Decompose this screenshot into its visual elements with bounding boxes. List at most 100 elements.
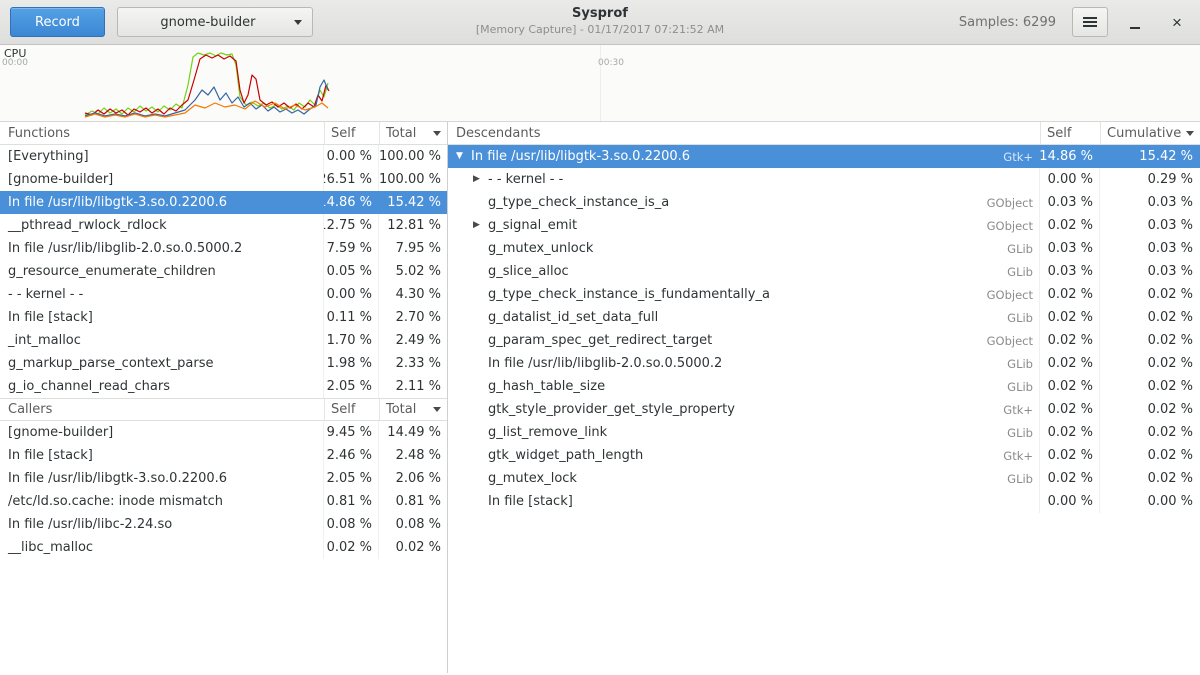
self-percent: 0.00 %: [324, 145, 379, 168]
function-name-label: g_datalist_id_set_data_full: [488, 310, 658, 325]
descendant-row[interactable]: g_datalist_id_set_data_full GLib 0.02 % …: [448, 306, 1200, 329]
function-row[interactable]: g_io_channel_read_chars 2.05 % 2.11 %: [0, 375, 447, 398]
function-name: __libc_malloc: [0, 536, 324, 559]
self-percent: 26.51 %: [324, 168, 379, 191]
descendant-row[interactable]: gtk_widget_path_length Gtk+ 0.02 % 0.02 …: [448, 444, 1200, 467]
descendant-row[interactable]: g_type_check_instance_is_fundamentally_a…: [448, 283, 1200, 306]
descendants-column-header[interactable]: Descendants: [448, 122, 1040, 144]
callers-self-column-header[interactable]: Self: [324, 399, 379, 420]
expander-icon[interactable]: ▼: [456, 152, 471, 161]
descendant-row[interactable]: g_mutex_lock GLib 0.02 % 0.02 %: [448, 467, 1200, 490]
expander-icon[interactable]: ▶: [473, 175, 488, 184]
self-percent: 0.02 %: [1040, 375, 1100, 398]
self-percent: 0.00 %: [324, 283, 379, 306]
close-button[interactable]: ×: [1162, 7, 1192, 37]
caller-row[interactable]: __libc_malloc 0.02 % 0.02 %: [0, 536, 447, 559]
descendant-row[interactable]: ▶ - - kernel - - 0.00 % 0.29 %: [448, 168, 1200, 191]
function-name: g_datalist_id_set_data_full GLib: [448, 306, 1040, 329]
descendant-row[interactable]: gtk_style_provider_get_style_property Gt…: [448, 398, 1200, 421]
functions-column-header[interactable]: Functions: [0, 122, 324, 144]
library-badge: GLib: [995, 265, 1033, 279]
total-percent: 4.30 %: [379, 283, 447, 306]
function-name: ▼ In file /usr/lib/libgtk-3.so.0.2200.6 …: [448, 145, 1040, 168]
caller-row[interactable]: In file [stack] 2.46 % 2.48 %: [0, 444, 447, 467]
function-row[interactable]: _int_malloc 1.70 % 2.49 %: [0, 329, 447, 352]
library-badge: Gtk+: [991, 150, 1033, 164]
functions-total-column-header[interactable]: Total: [379, 122, 447, 144]
descendant-row[interactable]: g_param_spec_get_redirect_target GObject…: [448, 329, 1200, 352]
callers-table-header: Callers Self Total: [0, 398, 447, 421]
function-row[interactable]: [gnome-builder] 26.51 % 100.00 %: [0, 168, 447, 191]
expander-icon[interactable]: ▶: [473, 221, 488, 230]
function-row[interactable]: [Everything] 0.00 % 100.00 %: [0, 145, 447, 168]
descendant-row[interactable]: g_mutex_unlock GLib 0.03 % 0.03 %: [448, 237, 1200, 260]
total-percent: 14.49 %: [379, 421, 447, 444]
descendant-row[interactable]: ▶ g_signal_emit GObject 0.02 % 0.03 %: [448, 214, 1200, 237]
caller-row[interactable]: /etc/ld.so.cache: inode mismatch 0.81 % …: [0, 490, 447, 513]
function-row[interactable]: - - kernel - - 0.00 % 4.30 %: [0, 283, 447, 306]
record-button[interactable]: Record: [10, 7, 105, 37]
descendant-row[interactable]: g_hash_table_size GLib 0.02 % 0.02 %: [448, 375, 1200, 398]
function-row[interactable]: In file /usr/lib/libgtk-3.so.0.2200.6 14…: [0, 191, 447, 214]
time-label-start: 00:00: [2, 58, 28, 68]
functions-table-header: Functions Self Total: [0, 122, 447, 145]
descendant-row[interactable]: g_list_remove_link GLib 0.02 % 0.02 %: [448, 421, 1200, 444]
process-selector-label: gnome-builder: [128, 15, 288, 30]
close-icon: ×: [1172, 14, 1182, 31]
process-selector-dropdown[interactable]: gnome-builder: [117, 7, 313, 37]
cpu-graph[interactable]: CPU 00:00 00:30: [0, 45, 1200, 122]
samples-count: Samples: 6299: [959, 15, 1056, 30]
self-percent: 0.02 %: [1040, 352, 1100, 375]
function-name-label: In file /usr/lib/libgtk-3.so.0.2200.6: [471, 149, 690, 164]
function-name: [gnome-builder]: [0, 168, 324, 191]
self-percent: 0.08 %: [324, 513, 379, 536]
descendant-row[interactable]: In file /usr/lib/libglib-2.0.so.0.5000.2…: [448, 352, 1200, 375]
cumulative-percent: 0.03 %: [1100, 191, 1200, 214]
library-badge: Gtk+: [991, 403, 1033, 417]
function-row[interactable]: g_markup_parse_context_parse 1.98 % 2.33…: [0, 352, 447, 375]
time-label-mid: 00:30: [598, 58, 624, 68]
self-percent: 0.03 %: [1040, 191, 1100, 214]
library-badge: GLib: [995, 242, 1033, 256]
total-percent: 5.02 %: [379, 260, 447, 283]
function-name-label: g_type_check_instance_is_fundamentally_a: [488, 287, 770, 302]
function-row[interactable]: In file /usr/lib/libglib-2.0.so.0.5000.2…: [0, 237, 447, 260]
caller-row[interactable]: In file /usr/lib/libc-2.24.so 0.08 % 0.0…: [0, 513, 447, 536]
function-name: g_type_check_instance_is_a GObject: [448, 191, 1040, 214]
caller-row[interactable]: In file /usr/lib/libgtk-3.so.0.2200.6 2.…: [0, 467, 447, 490]
descendant-row[interactable]: In file [stack] 0.00 % 0.00 %: [448, 490, 1200, 513]
library-badge: GLib: [995, 311, 1033, 325]
cumulative-percent: 0.02 %: [1100, 467, 1200, 490]
minimize-button[interactable]: [1120, 7, 1150, 37]
descendant-row[interactable]: ▼ In file /usr/lib/libgtk-3.so.0.2200.6 …: [448, 145, 1200, 168]
function-name: In file /usr/lib/libgtk-3.so.0.2200.6: [0, 191, 324, 214]
function-name: g_mutex_lock GLib: [448, 467, 1040, 490]
library-badge: GObject: [975, 288, 1033, 302]
menu-button[interactable]: [1072, 7, 1108, 37]
cumulative-percent: 0.02 %: [1100, 398, 1200, 421]
cumulative-percent: 0.02 %: [1100, 421, 1200, 444]
descendant-row[interactable]: g_type_check_instance_is_a GObject 0.03 …: [448, 191, 1200, 214]
descendants-self-column-header[interactable]: Self: [1040, 122, 1100, 144]
functions-self-column-header[interactable]: Self: [324, 122, 379, 144]
descendants-cumulative-label: Cumulative: [1107, 126, 1181, 141]
total-percent: 2.06 %: [379, 467, 447, 490]
library-badge: GObject: [975, 196, 1033, 210]
total-percent: 0.08 %: [379, 513, 447, 536]
callers-total-column-header[interactable]: Total: [379, 399, 447, 420]
self-percent: 0.02 %: [324, 536, 379, 559]
descendant-row[interactable]: g_slice_alloc GLib 0.03 % 0.03 %: [448, 260, 1200, 283]
function-row[interactable]: In file [stack] 0.11 % 2.70 %: [0, 306, 447, 329]
function-name: _int_malloc: [0, 329, 324, 352]
function-row[interactable]: g_resource_enumerate_children 0.05 % 5.0…: [0, 260, 447, 283]
function-row[interactable]: __pthread_rwlock_rdlock 12.75 % 12.81 %: [0, 214, 447, 237]
callers-table-body: [gnome-builder] 9.45 % 14.49 % In file […: [0, 421, 447, 559]
self-percent: 9.45 %: [324, 421, 379, 444]
descendants-cumulative-column-header[interactable]: Cumulative: [1100, 122, 1200, 144]
callers-column-header[interactable]: Callers: [0, 399, 324, 420]
self-percent: 1.70 %: [324, 329, 379, 352]
function-name: In file [stack]: [448, 490, 1040, 513]
function-name: In file /usr/lib/libglib-2.0.so.0.5000.2…: [448, 352, 1040, 375]
total-percent: 7.95 %: [379, 237, 447, 260]
caller-row[interactable]: [gnome-builder] 9.45 % 14.49 %: [0, 421, 447, 444]
